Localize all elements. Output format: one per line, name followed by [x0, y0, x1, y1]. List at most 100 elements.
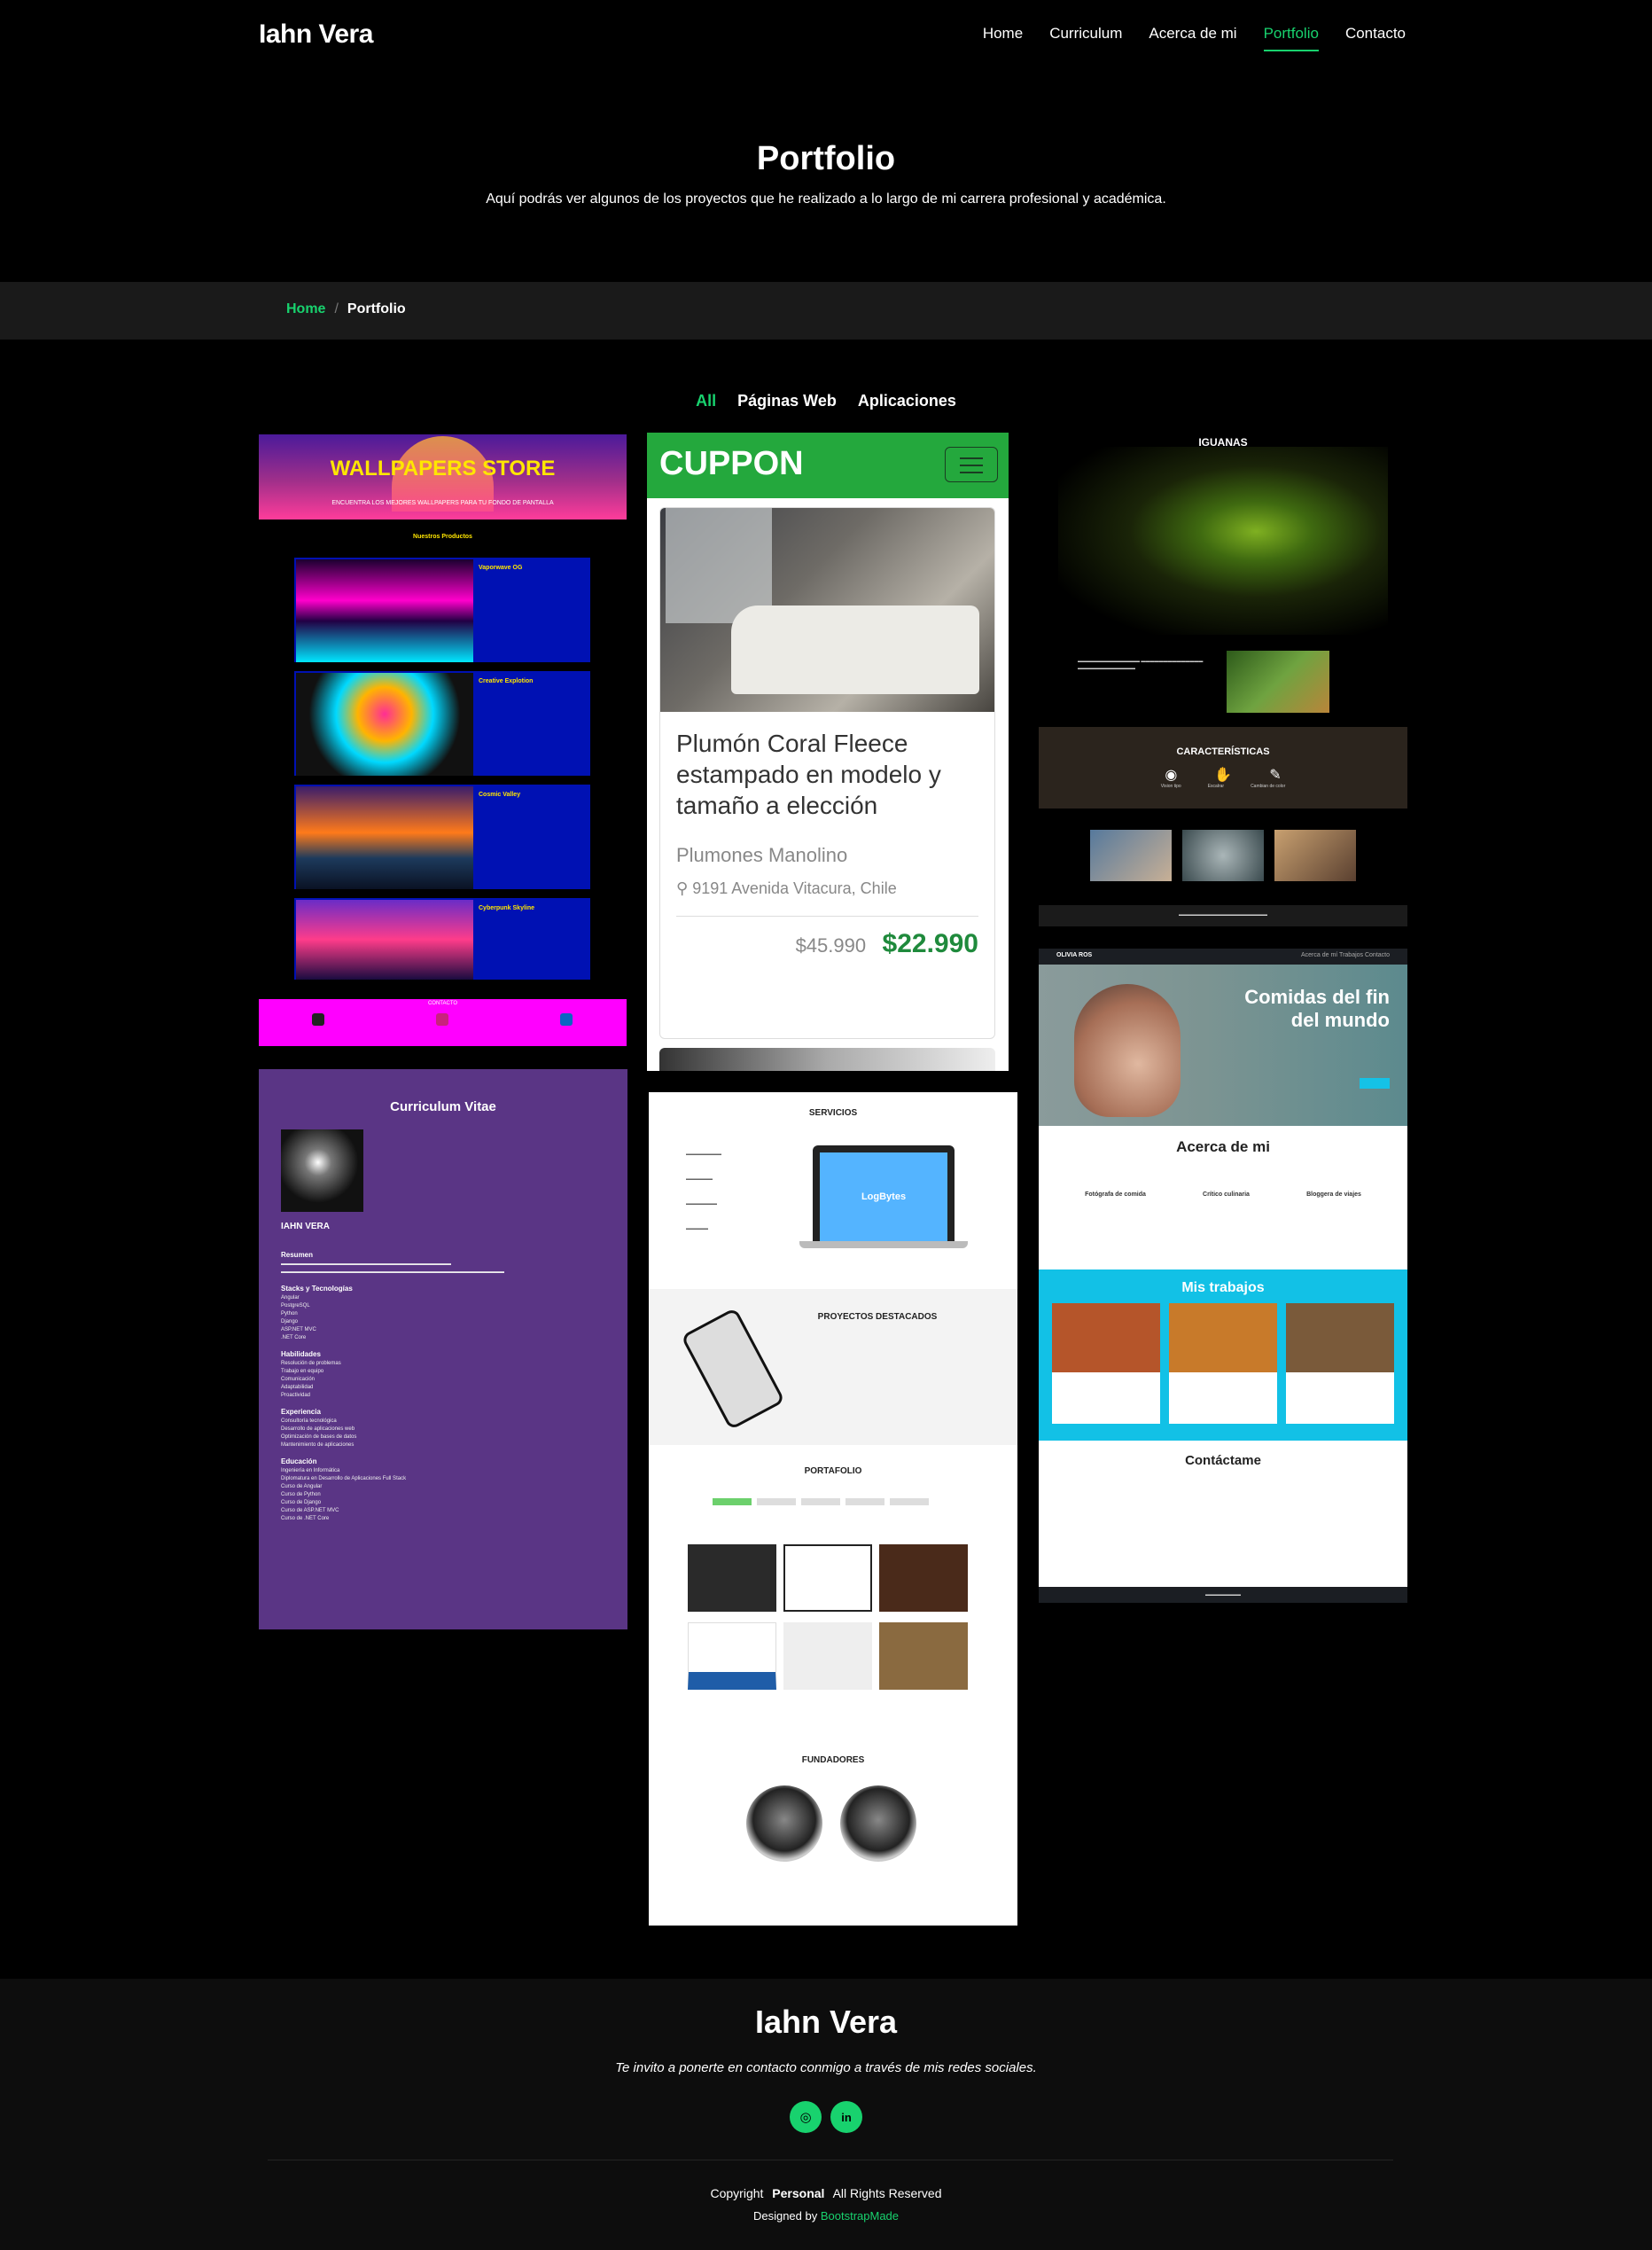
eye-icon: ◉ [1165, 768, 1178, 783]
old-price: $45.990 [795, 934, 867, 957]
portfolio-item-cuppon[interactable]: CUPPON Plumón Coral Fleece estampado en … [647, 433, 1009, 1071]
bootstrapmade-link[interactable]: BootstrapMade [821, 2209, 899, 2223]
olivia-works-title: Mis trabajos [1181, 1280, 1265, 1295]
cuppon-logo: CUPPON [659, 445, 804, 482]
portfolio-filters: All Páginas Web Aplicaciones [0, 392, 1652, 410]
founders-avatars [746, 1785, 916, 1862]
product-image [296, 900, 473, 980]
olivia-contact-title: Contáctame [1185, 1453, 1261, 1468]
wallpapers-subtitle: ENCUENTRA LOS MEJORES WALLPAPERS PARA TU… [331, 500, 554, 506]
feature-label: Escalrar [1207, 784, 1225, 789]
instagram-icon [436, 1013, 448, 1026]
work-card [1052, 1303, 1160, 1424]
cv-section-heading: Resumen [281, 1251, 314, 1259]
filter-aplicaciones[interactable]: Aplicaciones [858, 392, 956, 410]
page-subtitle: Aquí podrás ver algunos de los proyectos… [486, 191, 1166, 207]
header: Iahn Vera Home Curriculum Acerca de mi P… [0, 0, 1652, 73]
about-column: Crítico culinaria [1203, 1191, 1250, 1198]
cv-content: Resumen ▬▬▬▬▬▬▬▬▬▬▬▬▬▬▬▬▬▬▬▬▬▬▬▬▬▬▬▬▬▬▬▬… [281, 1243, 604, 1523]
portfolio-item-iguanas[interactable]: IGUANAS ▬▬▬▬▬▬▬▬▬▬▬▬▬▬ ▬▬▬▬▬▬▬▬▬▬▬▬▬▬ ▬▬… [1039, 434, 1407, 926]
cv-list-item: Consultoría tecnológica [281, 1418, 337, 1424]
nav-curriculum[interactable]: Curriculum [1049, 25, 1122, 51]
cv-list-item: Django [281, 1319, 299, 1324]
cv-list-item: Resolución de problemas [281, 1361, 341, 1366]
menu-icon [945, 447, 998, 482]
olivia-nav-links: Acerca de mí Trabajos Contacto [1301, 952, 1390, 958]
credits: Designed by BootstrapMade [752, 2209, 900, 2223]
main-nav: Home Curriculum Acerca de mi Portfolio C… [983, 25, 1406, 51]
product-card: Cyberpunk Skyline [292, 896, 592, 981]
olivia-works: Mis trabajos [1039, 1270, 1407, 1441]
breadcrumb: Home / Portfolio [0, 282, 1652, 340]
breadcrumb-home[interactable]: Home [286, 301, 325, 317]
product-card: Vaporwave OG [292, 556, 592, 664]
cv-title: Curriculum Vitae [390, 1099, 496, 1114]
store-location: ⚲ 9191 Avenida Vitacura, Chile [676, 879, 897, 897]
cv-list-item: Curso de .NET Core [281, 1516, 330, 1521]
brush-icon: ✎ [1269, 768, 1282, 783]
about-column: Fotógrafa de comida [1085, 1191, 1146, 1198]
wallpapers-banner: WALLPAPERS STORE ENCUENTRA LOS MEJORES W… [259, 434, 627, 520]
cv-list-item: PostgreSQL [281, 1303, 310, 1309]
feature-label: Cambian de color [1251, 784, 1286, 789]
cv-list-item: Curso de Angular [281, 1484, 323, 1489]
filter-paginas-web[interactable]: Páginas Web [737, 392, 837, 410]
wallpapers-footer-title: CONTACTO [427, 1001, 458, 1006]
price-row: $45.990 $22.990 [660, 917, 994, 959]
product-card: Cosmic Valley [292, 783, 592, 891]
features-title: CARACTERÍSTICAS [1176, 746, 1270, 757]
github-icon [312, 1013, 324, 1026]
cv-list-item: Trabajo en equipo [281, 1369, 324, 1374]
avatar [840, 1785, 916, 1862]
iguanas-gallery [1090, 830, 1356, 881]
services-list: ▬▬▬▬▬▬▬▬ ▬▬▬▬▬▬ ▬▬▬▬▬▬▬ ▬▬▬▬▬ [686, 1152, 721, 1231]
product-image [296, 673, 473, 776]
portfolio-tabs [713, 1498, 929, 1505]
portfolio-item-olivia[interactable]: OLIVIA ROS Acerca de mí Trabajos Contact… [1039, 949, 1407, 1603]
wallpapers-section-title: Nuestros Productos [259, 520, 627, 551]
olivia-navbar: OLIVIA ROS Acerca de mí Trabajos Contact… [1039, 949, 1407, 965]
portfolio-grid [688, 1544, 968, 1690]
olivia-hero: Comidas del fin del mundo [1039, 965, 1407, 1126]
portfolio-item-wallpapers[interactable]: WALLPAPERS STORE ENCUENTRA LOS MEJORES W… [259, 434, 627, 1046]
olivia-hero-button [1360, 1078, 1390, 1089]
nav-portfolio[interactable]: Portfolio [1263, 25, 1320, 51]
product-image [296, 559, 473, 662]
work-card [1169, 1303, 1277, 1424]
product-name: Cyberpunk Skyline [479, 905, 535, 911]
cv-list-item: ASP.NET MVC [281, 1327, 316, 1332]
nav-home[interactable]: Home [983, 25, 1023, 51]
logbytes-logo: LogBytes [861, 1191, 907, 1202]
iguanas-footer: ▬▬▬▬▬▬▬▬▬▬▬▬▬▬▬▬▬▬▬▬ [1039, 905, 1407, 926]
iguana-small-image [1227, 651, 1329, 713]
cv-list-item: Desarrollo de aplicaciones web [281, 1426, 355, 1432]
product-name: Vaporwave OG [479, 565, 523, 571]
wallpapers-footer: CONTACTO [259, 999, 627, 1046]
logbytes-services-title: SERVICIOS [808, 1108, 858, 1118]
portfolio-item-logbytes[interactable]: SERVICIOS ▬▬▬▬▬▬▬▬ ▬▬▬▬▬▬ ▬▬▬▬▬▬▬ ▬▬▬▬▬ Log… [649, 1092, 1017, 1926]
gallery-image [1090, 830, 1172, 881]
olivia-hero-title: Comidas del fin del mundo [1244, 986, 1390, 1032]
feature-label: Vision tipo [1160, 784, 1181, 789]
cv-list-item: Python [281, 1311, 298, 1316]
product-title: Plumón Coral Fleece estampado en modelo … [676, 730, 941, 819]
linkedin-icon[interactable]: in [830, 2101, 862, 2133]
cv-list-item: Adaptabilidad [281, 1385, 314, 1390]
olivia-about-columns: Fotógrafa de comida Crítico culinaria Bl… [1039, 1191, 1407, 1198]
product-image [660, 508, 994, 712]
work-card [1286, 1303, 1394, 1424]
copyright: Copyright Personal All Rights Reserved [710, 2186, 942, 2200]
nav-acerca[interactable]: Acerca de mi [1149, 25, 1236, 51]
cuppon-navbar: CUPPON [647, 433, 1009, 498]
instagram-icon[interactable]: ◎ [790, 2101, 822, 2133]
cv-list-item: Ingeniería en Informática [281, 1468, 340, 1473]
location-pin-icon: ⚲ [676, 879, 689, 897]
gallery-image [1274, 830, 1356, 881]
avatar [746, 1785, 822, 1862]
filter-all[interactable]: All [696, 392, 716, 410]
coupon-card: Plumón Coral Fleece estampado en modelo … [659, 507, 995, 1039]
nav-contacto[interactable]: Contacto [1345, 25, 1406, 51]
portfolio-item-cv[interactable]: Curriculum Vitae IAHN VERA Resumen ▬▬▬▬▬… [259, 1069, 627, 1629]
cv-list-item: Mantenimiento de aplicaciones [281, 1442, 355, 1448]
brand-logo[interactable]: Iahn Vera [259, 20, 373, 50]
